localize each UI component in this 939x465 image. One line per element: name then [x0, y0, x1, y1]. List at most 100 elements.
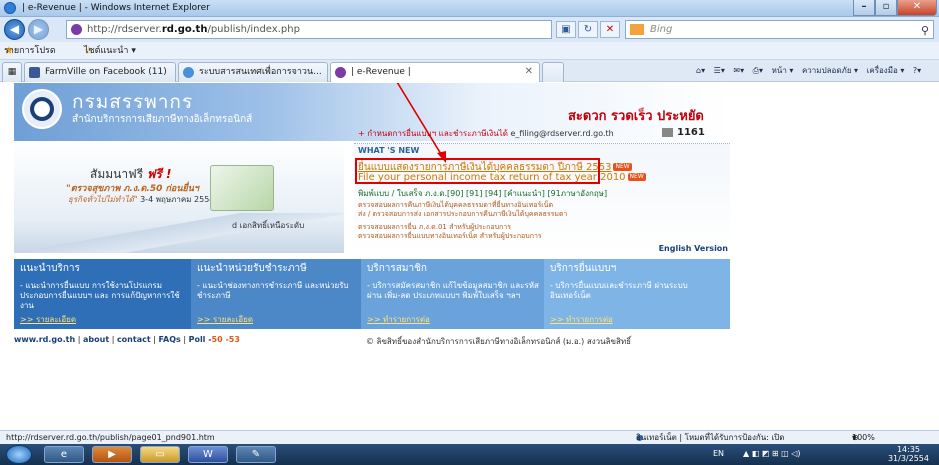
banner-line-3: ธุรกิจทั่วไปไม่ทำได้" 3-4 พฤษภาคม 2554 [68, 193, 214, 206]
tab-e-revenue[interactable]: | e-Revenue | ✕ [330, 62, 540, 82]
computer-illustration [210, 165, 274, 211]
search-icon[interactable]: ⚲ [921, 22, 929, 39]
mail-icon[interactable]: ✉▾ [733, 66, 744, 75]
column-heading: แนะนำบริการ [20, 263, 80, 274]
banner-date: 3-4 พฤษภาคม 2554 [140, 195, 215, 204]
taskbar-folder-icon[interactable]: ▭ [140, 446, 180, 463]
column-heading: บริการสมาชิก [367, 263, 427, 274]
facebook-icon [29, 67, 40, 78]
tray-icons[interactable]: ▲ ◧ ◩ ⊞ ◫ ◁) [743, 449, 801, 458]
status-bar: http://rdserver.rd.go.th/publish/page01_… [0, 430, 939, 444]
phone-number: 1161 [677, 127, 705, 138]
refresh-icon[interactable]: ↻ [578, 21, 598, 38]
command-bar: ⌂▾ ☰▾ ✉▾ ⎙▾ หน้า ▾ ความปลอดภัย ▾ เครื่อง… [696, 62, 939, 80]
start-button[interactable] [6, 445, 32, 464]
quick-tabs-button[interactable]: ▦ [2, 62, 22, 82]
service-column-filing: บริการยื่นแบบฯ - บริการยื่นแบบและชำระภาษ… [544, 259, 730, 329]
tab-farmville[interactable]: FarmVille on Facebook (11) [24, 62, 176, 82]
zone-label: อินเทอร์เน็ต | โหมดที่ได้รับการป้องกัน: … [636, 433, 785, 442]
language-indicator[interactable]: EN [713, 449, 724, 458]
column-more-link[interactable]: >> ทำรายการต่อ [550, 313, 613, 326]
address-row: ◀ ▶ http://rdserver.rd.go.th/publish/ind… [0, 17, 939, 42]
banner-line-3-text: ธุรกิจทั่วไปไม่ทำได้" [68, 195, 138, 204]
service-column-membership: บริการสมาชิก - บริการสมัครสมาชิก แก้ไขข้… [361, 259, 544, 329]
schedule-link[interactable]: + กำหนดการยื่นแบบฯ และชำระภาษีเงินได้ [358, 129, 508, 138]
send-documents-link[interactable]: ส่ง / ตรวจสอบการส่ง เอกสารประกอบการคืนภา… [358, 209, 567, 220]
operator-filing-check-link[interactable]: ตรวจสอบผลการยื่นแบบทางอินเทอร์เน็ต สำหรั… [358, 231, 542, 242]
rd-site-link[interactable]: www.rd.go.th [14, 335, 75, 344]
help-icon[interactable]: ?▾ [913, 66, 921, 75]
favorites-bar: ★ รายการโปรด ☆ ไซต์แนะนำ ▾ [0, 42, 939, 60]
home-icon[interactable]: ⌂▾ [696, 66, 705, 75]
tab-close-icon[interactable]: ✕ [525, 63, 533, 81]
status-url: http://rdserver.rd.go.th/publish/page01_… [6, 433, 215, 442]
tools-menu[interactable]: เครื่องมือ ▾ [867, 66, 905, 75]
ie-logo-icon [4, 2, 16, 14]
bing-icon [630, 24, 644, 35]
column-more-link[interactable]: >> รายละเอียด [197, 313, 253, 326]
copyright-text: © ลิขสิทธิ์ของสำนักบริการการเสียภาษีทางอ… [366, 337, 631, 346]
column-more-link[interactable]: >> รายละเอียด [20, 313, 76, 326]
window-controls: – ▫ ✕ [853, 0, 937, 16]
faqs-link[interactable]: FAQs [158, 335, 180, 344]
system-tray: EN ▲ ◧ ◩ ⊞ ◫ ◁) 14:35 31/3/2554 [699, 444, 939, 465]
column-more-link[interactable]: >> ทำรายการต่อ [367, 313, 430, 326]
address-input[interactable]: http://rdserver.rd.go.th/publish/index.p… [66, 20, 552, 39]
org-subtitle: สำนักบริการการเสียภาษีทางอิเล็กทรอนิกส์ [72, 114, 253, 125]
zoom-control[interactable]: ⊕ 100% ▾ [852, 431, 875, 444]
english-version-link[interactable]: English Version [659, 244, 728, 253]
taskbar-media-icon[interactable]: ▶ [92, 446, 132, 463]
contact-link[interactable]: contact [117, 335, 151, 344]
page-viewport: กรมสรรพากร สำนักบริการการเสียภาษีทางอิเล… [0, 83, 939, 430]
compat-view-icon[interactable]: ▣ [556, 21, 576, 38]
slogan: สะดวก รวดเร็ว ประหยัด [568, 109, 704, 124]
seminar-banner[interactable]: สัมมนาฟรี ฟรี ! "ตรวจสุขภาพ ภ.ง.ด.50 ก่อ… [14, 141, 344, 253]
clock[interactable]: 14:35 31/3/2554 [888, 445, 929, 463]
poll-label: Poll - [188, 335, 212, 344]
banner-free-text: ฟรี ! [146, 167, 172, 181]
search-input[interactable]: Bing ⚲ [625, 20, 934, 39]
print-icon[interactable]: ⎙▾ [753, 66, 763, 75]
services-band: แนะนำบริการ - แนะนำการยื่นแบบ การใช้งานโ… [14, 259, 730, 329]
tab-row: ▦ FarmVille on Facebook (11) ระบบสารสนเท… [0, 60, 939, 82]
feeds-icon[interactable]: ☰▾ [714, 66, 725, 75]
new-badge: NEW [627, 173, 646, 181]
maximize-button[interactable]: ▫ [875, 0, 897, 16]
e-revenue-site: กรมสรรพากร สำนักบริการการเสียภาษีทางอิเล… [14, 83, 730, 353]
stop-icon[interactable]: ✕ [600, 21, 620, 38]
tab-label: FarmVille on Facebook (11) [45, 67, 167, 77]
safety-menu[interactable]: ความปลอดภัย ▾ [802, 66, 858, 75]
forward-button[interactable]: ▶ [28, 19, 49, 40]
whats-new-heading: WHAT 'S NEW [358, 146, 420, 155]
taskbar-ie-icon[interactable]: e [44, 446, 84, 463]
column-body: - แนะนำการยื่นแบบ การใช้งานโปรแกรมประกอบ… [20, 281, 180, 310]
clock-date: 31/3/2554 [887, 454, 929, 463]
poll-link[interactable]: Poll -50 -53 [189, 335, 240, 344]
address-buttons: ▣ ↻ ✕ [556, 21, 620, 38]
whats-new-panel: WHAT 'S NEW ยื่นแบบแสดงรายการภาษีเงินได้… [354, 143, 730, 253]
banner-cut-text: d เอกสิทธิ์เหนือระดับ [232, 221, 305, 230]
schedule-note: + กำหนดการยื่นแบบฯ และชำระภาษีเงินได้ e_… [358, 127, 614, 140]
taskbar-paint-icon[interactable]: ✎ [236, 446, 276, 463]
column-heading: บริการยื่นแบบฯ [550, 263, 617, 274]
service-column-payment: แนะนำหน่วยรับชำระภาษี - แนะนำช่องทางการช… [191, 259, 361, 329]
page-icon [183, 67, 194, 78]
tab-label: | e-Revenue | [351, 67, 411, 77]
back-button[interactable]: ◀ [4, 19, 25, 40]
taskbar-word-icon[interactable]: W [188, 446, 228, 463]
windows-taskbar: e ▶ ▭ W ✎ EN ▲ ◧ ◩ ⊞ ◫ ◁) 14:35 31/3/255… [0, 444, 939, 465]
site-footer: www.rd.go.th | about | contact | FAQs | … [14, 335, 730, 349]
suggested-sites-label: ไซต์แนะนำ ▾ [84, 46, 136, 56]
column-body: - บริการสมัครสมาชิก แก้ไขข้อมูลสมาชิก แล… [367, 281, 539, 300]
close-button[interactable]: ✕ [897, 0, 937, 16]
new-tab-button[interactable] [542, 62, 564, 82]
page-menu[interactable]: หน้า ▾ [772, 66, 794, 75]
minimize-button[interactable]: – [853, 0, 875, 16]
url-prefix: http://rdserver. [87, 24, 162, 35]
about-link[interactable]: about [83, 335, 109, 344]
print-forms-links[interactable]: พิมพ์แบบ / ใบเสร็จ ภ.ง.ด.[90] [91] [94] … [358, 187, 607, 200]
new-badge: NEW [613, 163, 632, 171]
poll-count: 50 -53 [211, 335, 240, 344]
tab-information-system[interactable]: ระบบสารสนเทศเพื่อการจาวน... [178, 62, 328, 82]
support-email[interactable]: e_filing@rdserver.rd.go.th [510, 129, 613, 138]
